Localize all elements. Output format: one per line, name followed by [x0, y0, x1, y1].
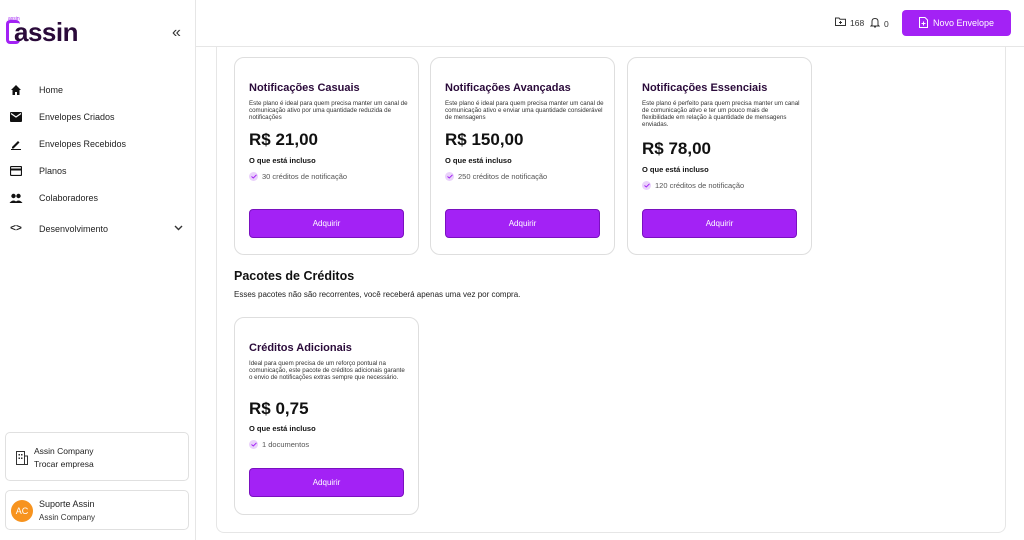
plan-price: R$ 21,00: [249, 130, 318, 149]
logo[interactable]: assin assin: [6, 14, 79, 47]
plan-description: Este plano é perfeito para quem precisa …: [642, 100, 800, 128]
plan-title: Créditos Adicionais: [249, 342, 352, 354]
new-envelope-button[interactable]: Novo Envelope: [902, 10, 1011, 36]
sidebar-item-envelopes-recebidos[interactable]: Envelopes Recebidos: [0, 130, 196, 157]
user-company: Assin Company: [39, 513, 96, 522]
plan-price: R$ 150,00: [445, 130, 524, 149]
new-envelope-label: Novo Envelope: [932, 18, 995, 28]
logo-text: assin: [14, 17, 79, 47]
check-icon: [445, 172, 454, 181]
user-profile[interactable]: AC Suporte Assin Assin Company: [5, 490, 189, 530]
avatar: AC: [11, 500, 33, 522]
included-label: O que está incluso: [249, 156, 316, 165]
plan-title: Notificações Casuais: [249, 82, 360, 94]
plan-feature: 250 créditos de notificação: [445, 172, 547, 181]
plan-title: Notificações Essenciais: [642, 82, 768, 94]
plan-feature: 1 documentos: [249, 440, 309, 449]
company-switcher[interactable]: Assin Company Trocar empresa: [5, 432, 189, 481]
plan-card-avancadas: Notificações Avançadas Este plano é idea…: [430, 57, 615, 255]
sidebar-item-home[interactable]: Home: [0, 76, 196, 103]
included-label: O que está incluso: [642, 165, 709, 174]
envelopes-count: 168: [850, 17, 865, 28]
switch-company-link[interactable]: Trocar empresa: [34, 459, 94, 469]
mail-icon: [9, 110, 23, 124]
app-root: assin assin « Home Envelopes Criados Env…: [0, 0, 1024, 540]
plan-feature-text: 1 documentos: [262, 440, 310, 449]
buy-button[interactable]: Adquirir: [642, 209, 797, 238]
building-icon: [16, 451, 28, 465]
notifications-counter[interactable]: 0: [869, 17, 889, 30]
sidebar-item-label: Envelopes Recebidos: [39, 138, 127, 149]
plan-title: Notificações Avançadas: [445, 82, 571, 94]
plan-card-casuais: Notificações Casuais Este plano é ideal …: [234, 57, 419, 255]
topbar: 168 0 Novo Envelope: [196, 0, 1024, 47]
check-icon: [642, 181, 651, 190]
plan-feature-text: 30 créditos de notificação: [262, 172, 348, 181]
plan-feature-text: 250 créditos de notificação: [458, 172, 548, 181]
sidebar-item-colaboradores[interactable]: Colaboradores: [0, 184, 196, 211]
group-icon: [9, 191, 23, 205]
sidebar-item-label: Planos: [39, 165, 67, 176]
plan-card-essenciais: Notificações Essenciais Este plano é per…: [627, 57, 812, 255]
company-name: Assin Company: [34, 446, 94, 456]
buy-button[interactable]: Adquirir: [445, 209, 600, 238]
sidebar-item-label: Home: [39, 84, 64, 95]
credit-pack-card: Créditos Adicionais Ideal para quem prec…: [234, 317, 419, 515]
credits-section-title: Pacotes de Créditos: [234, 269, 355, 283]
credits-section-subtitle: Esses pacotes não são recorrentes, você …: [234, 290, 521, 299]
collapse-sidebar-icon[interactable]: «: [172, 24, 181, 42]
plan-price: R$ 78,00: [642, 139, 711, 158]
buy-button[interactable]: Adquirir: [249, 209, 404, 238]
sidebar-item-label: Envelopes Criados: [39, 111, 115, 122]
included-label: O que está incluso: [445, 156, 512, 165]
plan-description: Ideal para quem precisa de um reforço po…: [249, 360, 405, 381]
envelopes-counter[interactable]: 168: [835, 17, 864, 28]
bell-icon: [869, 17, 881, 30]
plan-feature: 120 créditos de notificação: [642, 181, 744, 190]
sidebar-item-label: Desenvolvimento: [39, 223, 109, 234]
check-icon: [249, 172, 258, 181]
signature-icon: [9, 137, 23, 151]
home-icon: [9, 83, 23, 97]
folder-icon: [835, 17, 846, 28]
plan-description: Este plano é ideal para quem precisa man…: [445, 100, 604, 121]
plan-feature: 30 créditos de notificação: [249, 172, 347, 181]
document-add-icon: [918, 16, 928, 30]
plan-price: R$ 0,75: [249, 399, 309, 418]
code-icon: <>: [10, 223, 22, 234]
buy-button[interactable]: Adquirir: [249, 468, 404, 497]
sidebar-item-envelopes-criados[interactable]: Envelopes Criados: [0, 103, 196, 130]
sidebar-nav: Home Envelopes Criados Envelopes Recebid…: [0, 76, 196, 242]
included-label: O que está incluso: [249, 424, 316, 433]
sidebar-item-desenvolvimento[interactable]: <> Desenvolvimento: [0, 215, 196, 242]
check-icon: [249, 440, 258, 449]
plan-feature-text: 120 créditos de notificação: [655, 181, 745, 190]
user-name: Suporte Assin: [39, 499, 95, 509]
sidebar: assin assin « Home Envelopes Criados Env…: [0, 0, 196, 540]
notifications-count: 0: [884, 18, 889, 29]
chevron-down-icon: [174, 223, 183, 234]
plan-description: Este plano é ideal para quem precisa man…: [249, 100, 408, 121]
sidebar-item-planos[interactable]: Planos: [0, 157, 196, 184]
credit-card-icon: [9, 164, 23, 178]
sidebar-item-label: Colaboradores: [39, 192, 99, 203]
